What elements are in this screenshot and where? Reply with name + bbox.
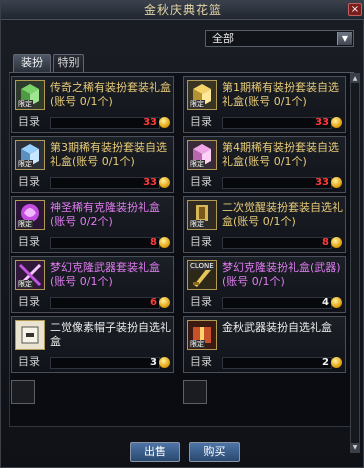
shop-item-card[interactable]: 限定 金秋武器装扮自选礼盒 目录 2 [183,316,346,373]
item-name: 梦幻克隆武器套装礼盒(账号 0/1个) [50,261,160,288]
coin-icon [331,297,342,308]
dropdown-selected-value: 全部 [212,32,234,45]
chevron-down-icon[interactable]: ▼ [337,32,352,45]
price-bar [50,297,160,309]
title-bar[interactable]: 金秋庆典花篮 × [1,1,364,20]
shop-item-card[interactable]: CLONE 梦幻克隆装扮礼盒(武器)(账号 0/1个) 目录 4 [183,256,346,313]
item-price: 4 [322,297,329,308]
item-name: 第3期稀有装扮套装自选礼盒(账号 0/1个) [50,141,167,168]
item-category-label: 目录 [18,115,40,128]
item-category-label: 目录 [18,175,40,188]
rare-costume-box-icon: 限定 [187,140,217,170]
item-category-label: 目录 [190,115,212,128]
clone-costume-box-icon: CLONE [187,260,217,290]
scrollbar[interactable]: ▲ ▼ [350,73,360,453]
clone-tag: CLONE [189,262,215,270]
awakening-costume-box-icon: 限定 [187,200,217,230]
empty-item-slot [183,380,207,404]
limited-tag: 限定 [17,160,33,168]
item-price: 33 [143,117,157,128]
item-name: 第1期稀有装扮套装自选礼盒(账号 0/1个) [222,81,339,108]
empty-item-slot [11,380,35,404]
item-name: 二觉像素帽子装扮自选礼盒 [50,321,171,348]
rare-costume-box-icon: 限定 [15,140,45,170]
coin-icon [159,297,170,308]
price-bar [50,357,160,369]
item-name: 金秋武器装扮自选礼盒 [222,321,332,334]
limited-tag: 限定 [17,280,33,288]
coin-icon [159,357,170,368]
item-name: 梦幻克隆装扮礼盒(武器)(账号 0/1个) [222,261,341,288]
item-category-label: 目录 [190,295,212,308]
coin-icon [159,117,170,128]
item-price: 8 [322,237,329,248]
item-category-label: 目录 [190,235,212,248]
shop-item-card[interactable]: 限定 二次觉醒装扮套装自选礼盒(账号 0/1个) 目录 8 [183,196,346,253]
coin-icon [159,237,170,248]
limited-tag: 限定 [17,100,33,108]
rare-costume-box-icon: 限定 [187,80,217,110]
rare-costume-box-icon: 限定 [15,80,45,110]
pixel-hat-box-icon [15,320,45,350]
category-filter-dropdown[interactable]: 全部 ▼ [205,30,354,47]
price-bar [50,237,160,249]
item-price: 33 [315,177,329,188]
price-bar [222,237,332,249]
coin-icon [331,357,342,368]
coin-icon [159,177,170,188]
price-bar [222,357,332,369]
shop-item-card[interactable]: 限定 传奇之稀有装扮套装礼盒(账号 0/1个) 目录 33 [11,76,174,133]
item-category-label: 目录 [18,355,40,368]
window-title: 金秋庆典花篮 [143,3,222,17]
coin-icon [331,177,342,188]
shop-window: 金秋庆典花篮 × 全部 ▼ 装扮 特别 限定 传奇之稀有装扮套装礼盒(账号 0/… [0,0,364,468]
autumn-weapon-box-icon: 限定 [187,320,217,350]
scroll-down-icon[interactable]: ▼ [351,443,359,452]
price-bar [222,297,332,309]
item-price: 6 [150,297,157,308]
limited-tag: 限定 [17,220,33,228]
shop-item-card[interactable]: 限定 第3期稀有装扮套装自选礼盒(账号 0/1个) 目录 33 [11,136,174,193]
limited-tag: 限定 [189,340,205,348]
shop-item-card[interactable]: 限定 第1期稀有装扮套装自选礼盒(账号 0/1个) 目录 33 [183,76,346,133]
limited-tag: 限定 [189,220,205,228]
item-name: 传奇之稀有装扮套装礼盒(账号 0/1个) [50,81,171,108]
shop-item-card[interactable]: 限定 第4期稀有装扮套装自选礼盒(账号 0/1个) 目录 33 [183,136,346,193]
item-price: 3 [150,357,157,368]
tab-special[interactable]: 特别 [53,54,84,72]
item-category-label: 目录 [18,235,40,248]
coin-icon [331,117,342,128]
item-price: 8 [150,237,157,248]
shop-item-card[interactable]: 限定 神圣稀有克隆装扮礼盒(账号 0/2个) 目录 8 [11,196,174,253]
shop-item-card[interactable]: 二觉像素帽子装扮自选礼盒 目录 3 [11,316,174,373]
buy-button[interactable]: 购买 [189,442,240,462]
item-price: 2 [322,357,329,368]
item-name: 第4期稀有装扮套装自选礼盒(账号 0/1个) [222,141,339,168]
scroll-up-icon[interactable]: ▲ [351,74,359,83]
limited-tag: 限定 [189,160,205,168]
coin-icon [331,237,342,248]
limited-tag: 限定 [189,100,205,108]
item-price: 33 [143,177,157,188]
divine-clone-box-icon: 限定 [15,200,45,230]
item-name: 二次觉醒装扮套装自选礼盒(账号 0/1个) [222,201,343,228]
close-button[interactable]: × [348,3,362,16]
item-category-label: 目录 [190,175,212,188]
shop-item-card[interactable]: 限定 梦幻克隆武器套装礼盒(账号 0/1个) 目录 6 [11,256,174,313]
item-category-label: 目录 [18,295,40,308]
tab-costume[interactable]: 装扮 [13,54,51,72]
dream-weapon-box-icon: 限定 [15,260,45,290]
item-price: 33 [315,117,329,128]
item-name: 神圣稀有克隆装扮礼盒(账号 0/2个) [50,201,160,228]
item-category-label: 目录 [190,355,212,368]
sell-button[interactable]: 出售 [130,442,180,462]
